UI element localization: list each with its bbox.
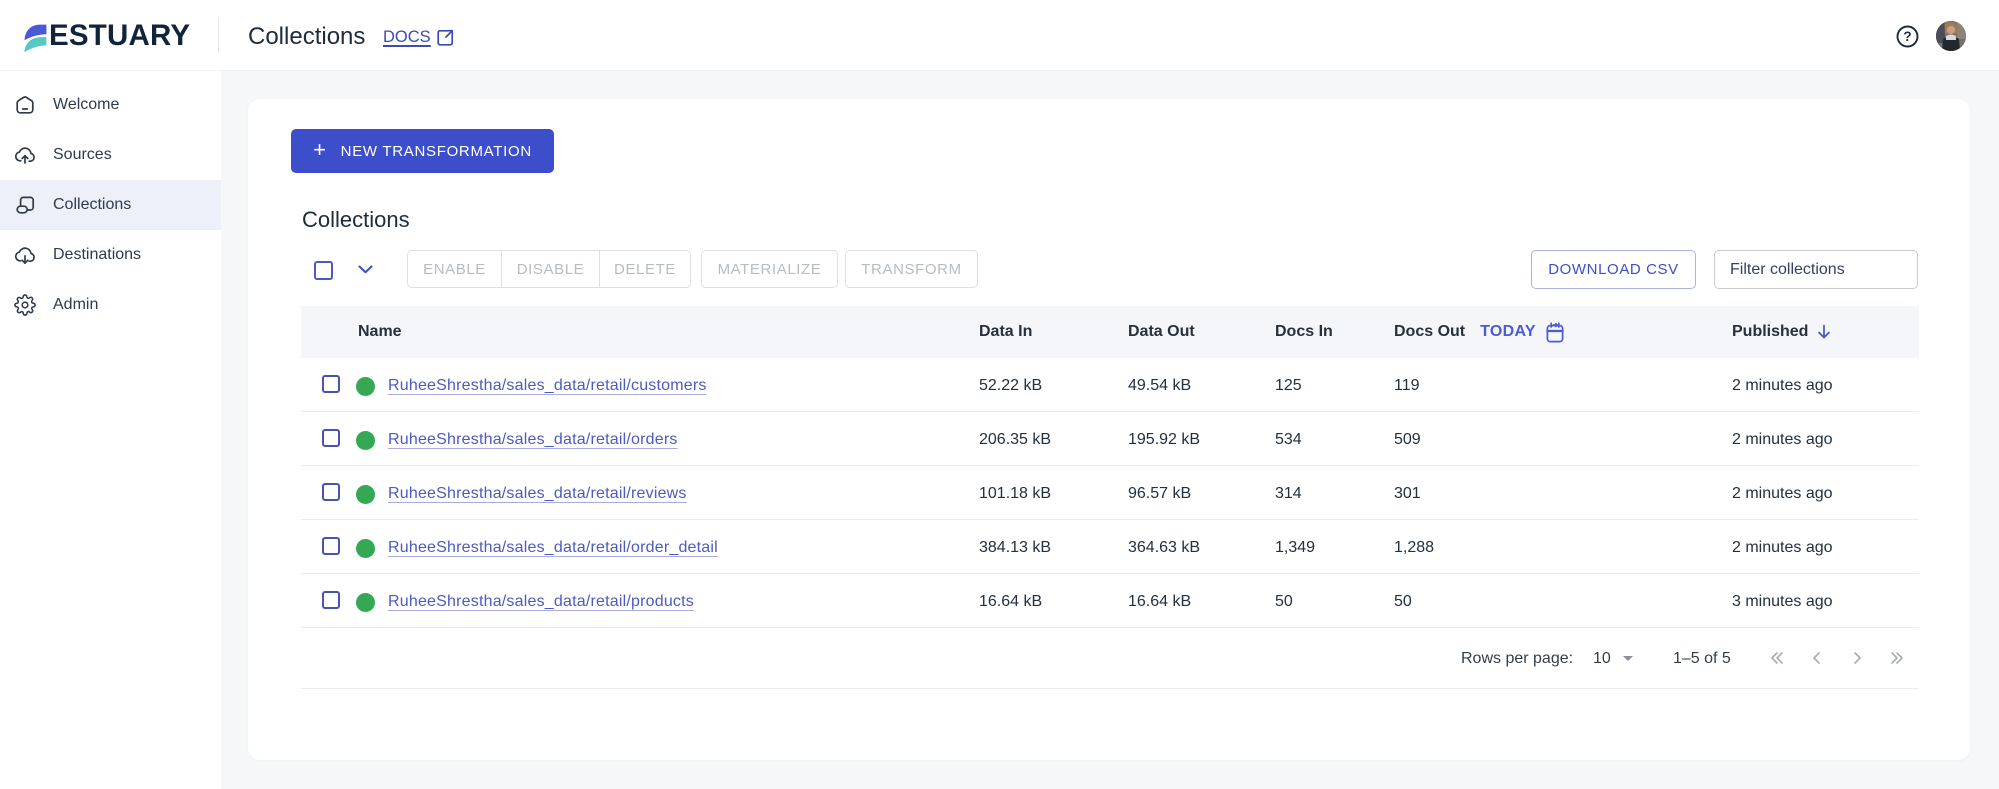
svg-text:?: ? xyxy=(1903,29,1911,44)
